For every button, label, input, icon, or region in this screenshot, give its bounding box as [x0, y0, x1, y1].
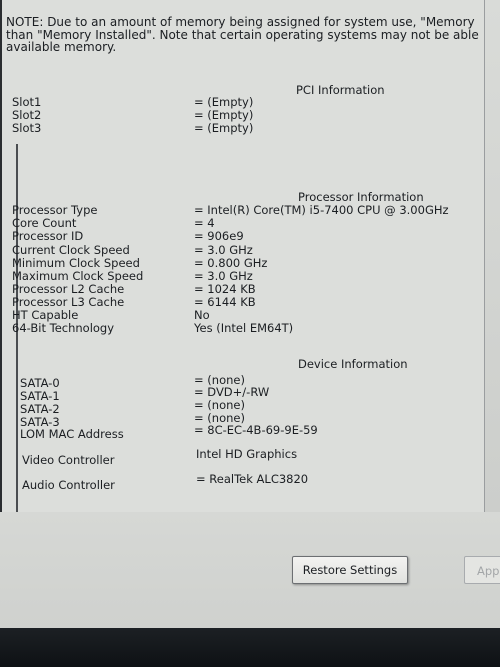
pci-information-heading: PCI Information	[296, 83, 385, 97]
monitor-screen: NOTE: Due to an amount of memory being a…	[0, 0, 500, 667]
monitor-bezel	[0, 628, 500, 667]
device-information-heading: Device Information	[298, 357, 408, 371]
memory-note-line-3: available memory.	[6, 40, 117, 54]
processor-id-label: Processor ID	[12, 229, 84, 243]
restore-settings-button[interactable]: Restore Settings	[292, 556, 408, 584]
pci-slot-label: Slot3	[12, 121, 42, 135]
button-bar	[0, 512, 500, 628]
bios-setup-window: NOTE: Due to an amount of memory being a…	[0, 0, 500, 628]
pci-slot-value: = (Empty)	[194, 121, 254, 135]
audio-controller-label: Audio Controller	[22, 478, 115, 492]
processor-type-value: = Intel(R) Core(TM) i5-7400 CPU @ 3.00GH…	[194, 203, 449, 217]
apply-button[interactable]: App	[464, 556, 500, 584]
64-bit-technology-value: Yes (Intel EM64T)	[194, 321, 294, 335]
audio-controller-value: = RealTek ALC3820	[196, 472, 309, 486]
video-controller-value: Intel HD Graphics	[196, 447, 298, 461]
system-information-panel: NOTE: Due to an amount of memory being a…	[0, 0, 485, 514]
video-controller-label: Video Controller	[22, 453, 115, 467]
lom-mac-address-value: = 8C-EC-4B-69-9E-59	[194, 423, 318, 437]
64-bit-technology-label: 64-Bit Technology	[12, 321, 115, 335]
lom-mac-address-label: LOM MAC Address	[20, 427, 124, 441]
processor-id-value: = 906e9	[194, 229, 244, 243]
